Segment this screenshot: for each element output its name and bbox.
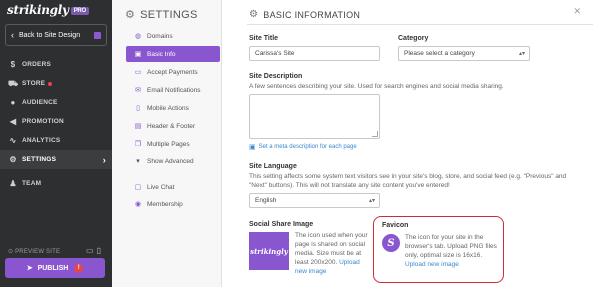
site-language-help: This setting affects some system text vi… — [249, 173, 567, 189]
gear-icon: ⚙ — [9, 155, 17, 164]
site-title-input[interactable] — [249, 46, 380, 61]
site-description-label: Site Description — [249, 73, 303, 80]
store-alert-dot — [48, 81, 53, 86]
settings-item-live-chat[interactable]: ▢ Live Chat — [126, 179, 220, 195]
nav-item-promotion[interactable]: ◀ PROMOTION — [0, 112, 112, 131]
back-label: Back to Site Design — [19, 31, 81, 39]
settings-title: ⚙ SETTINGS — [125, 8, 198, 22]
site-description-help: A few sentences describing your site. Us… — [249, 83, 504, 90]
site-language-select[interactable]: English ▴▾ — [249, 193, 380, 208]
nav-item-audience[interactable]: ● AUDIENCE — [0, 93, 112, 112]
settings-item-membership[interactable]: ◉ Membership — [126, 196, 220, 212]
settings-item-mobile-actions[interactable]: ▯ Mobile Actions — [126, 100, 220, 116]
mobile-icon[interactable]: ▯ — [97, 246, 104, 255]
settings-item-show-advanced[interactable]: ▾ Show Advanced — [126, 153, 220, 169]
title-divider — [247, 24, 593, 25]
settings-item-email-notifications[interactable]: ✉ Email Notifications — [126, 82, 220, 98]
nav-item-analytics[interactable]: ∿ ANALYTICS — [0, 131, 112, 150]
publish-button[interactable]: ➤ PUBLISH ! — [5, 258, 105, 278]
pages-icon: ❐ — [134, 141, 142, 148]
settings-item-domains[interactable]: ◍ Domains — [126, 28, 220, 44]
globe-icon: ◍ — [134, 33, 142, 40]
desktop-icon[interactable]: ▭ — [86, 246, 97, 255]
preview-site-link[interactable]: ⊙ PREVIEW SITE — [8, 248, 60, 255]
category-select[interactable]: Please select a category ▴▾ — [398, 46, 530, 61]
favicon-upload-link[interactable]: Upload new image — [405, 261, 459, 268]
info-icon: ▣ — [134, 51, 142, 58]
nav-item-team[interactable]: ♟ TEAM — [0, 174, 112, 193]
chevron-down-icon: ▾ — [136, 158, 140, 165]
select-caret-icon: ▴▾ — [368, 198, 375, 204]
envelope-icon: ✉ — [135, 87, 141, 94]
cart-icon: ⛟ — [8, 78, 19, 88]
app-sidebar: strikingly PRO ‹ Back to Site Design $ OR… — [0, 0, 112, 287]
site-language-label: Site Language — [249, 163, 297, 170]
phone-icon: ▯ — [136, 105, 140, 112]
people-icon: ● — [10, 98, 16, 107]
team-icon: ♟ — [9, 179, 17, 188]
design-icon — [94, 31, 101, 39]
resize-handle[interactable] — [372, 131, 378, 137]
basic-info-panel: ⚙BASIC INFORMATION ✕ Site Title Category… — [233, 0, 600, 287]
social-share-label: Social Share Image — [249, 221, 314, 228]
site-title-label: Site Title — [249, 35, 279, 42]
publish-alert-badge: ! — [74, 263, 84, 273]
category-label: Category — [398, 35, 429, 42]
link-icon: ▣ — [249, 144, 256, 151]
gear-icon: ⚙ — [125, 9, 136, 21]
back-to-site-design-button[interactable]: ‹ Back to Site Design — [5, 24, 107, 46]
chevron-left-icon: ‹ — [11, 30, 14, 40]
favicon-help: The icon for your site in the browser's … — [405, 234, 497, 268]
nav-item-store[interactable]: ⛟ STORE — [0, 74, 112, 93]
nav-item-orders[interactable]: $ ORDERS — [0, 55, 112, 74]
settings-item-basic-info[interactable]: ▣ Basic Info — [126, 46, 220, 62]
settings-item-accept-payments[interactable]: ▭ Accept Payments — [126, 64, 220, 80]
favicon-label: Favicon — [382, 222, 409, 229]
settings-item-multiple-pages[interactable]: ❐ Multiple Pages — [126, 136, 220, 152]
device-preview-icons[interactable]: ▭▯ — [86, 246, 104, 255]
chat-icon: ▢ — [134, 184, 142, 191]
favicon-image[interactable]: S — [382, 234, 400, 252]
gear-icon: ⚙ — [249, 9, 259, 20]
site-description-textarea[interactable] — [249, 94, 380, 139]
social-share-thumbnail[interactable]: strikingly — [249, 232, 289, 270]
rocket-icon: ➤ — [26, 265, 33, 272]
chart-icon: ∿ — [9, 136, 17, 145]
favicon-highlight: Favicon S The icon for your site in the … — [373, 216, 504, 283]
page-title: ⚙ BASIC INFORMATION — [249, 9, 361, 20]
brand-logo[interactable]: strikingly PRO — [7, 3, 89, 17]
card-icon: ▭ — [134, 69, 142, 76]
dollar-icon: $ — [10, 60, 16, 69]
header-icon: ▤ — [134, 123, 142, 130]
close-icon[interactable]: ✕ — [573, 6, 581, 17]
settings-menu: ⚙ SETTINGS ◍ Domains ▣ Basic Info ▭ Accept P… — [112, 0, 222, 287]
meta-description-link[interactable]: ▣ Set a meta description for each page — [249, 143, 357, 151]
chevron-right-icon: › — [102, 154, 106, 165]
brand-name: strikingly — [7, 3, 69, 17]
nav-item-settings[interactable]: ⚙ SETTINGS › — [0, 150, 112, 169]
select-caret-icon: ▴▾ — [518, 51, 525, 57]
settings-item-header-footer[interactable]: ▤ Header & Footer — [126, 118, 220, 134]
megaphone-icon: ◀ — [9, 117, 17, 126]
social-share-help: The icon used when your page is shared o… — [295, 232, 368, 275]
member-icon: ◉ — [134, 201, 142, 208]
pro-badge: PRO — [70, 7, 89, 15]
